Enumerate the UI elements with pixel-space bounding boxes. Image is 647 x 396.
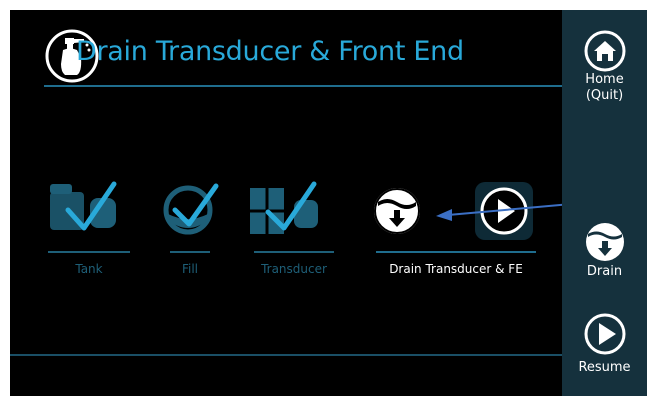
tank-check-icon (50, 181, 117, 231)
step-label: Fill (181, 262, 199, 276)
fill-check-icon (163, 183, 219, 235)
step-bar (48, 251, 130, 253)
step-label: Transducer (261, 262, 327, 276)
home-label: Home (585, 72, 624, 87)
home-icon (584, 30, 625, 72)
resume-label: Resume (578, 360, 631, 375)
step-bar (376, 251, 536, 253)
drain-label: Drain (586, 264, 623, 279)
step-label: Tank (75, 262, 103, 276)
drain-icon[interactable] (372, 186, 422, 236)
home-quit-button[interactable]: Home (Quit) (562, 30, 647, 104)
transducer-check-icon (250, 181, 318, 234)
title-divider (44, 85, 562, 87)
drain-icon (585, 223, 624, 261)
resume-button[interactable]: Resume (562, 312, 647, 376)
bottom-divider (10, 354, 562, 356)
drain-button[interactable]: Drain (562, 220, 647, 280)
play-icon (584, 313, 625, 355)
page-title: Drain Transducer & Front End (76, 36, 464, 67)
sidebar: Home (Quit) Drain Resume (562, 10, 647, 396)
step-bar (170, 251, 210, 253)
app-screen: Drain Transducer & Front End Tank Fill T… (10, 10, 647, 396)
step-label-current: Drain Transducer & FE (389, 262, 523, 276)
step-bar (254, 251, 334, 253)
quit-label: (Quit) (585, 88, 624, 103)
